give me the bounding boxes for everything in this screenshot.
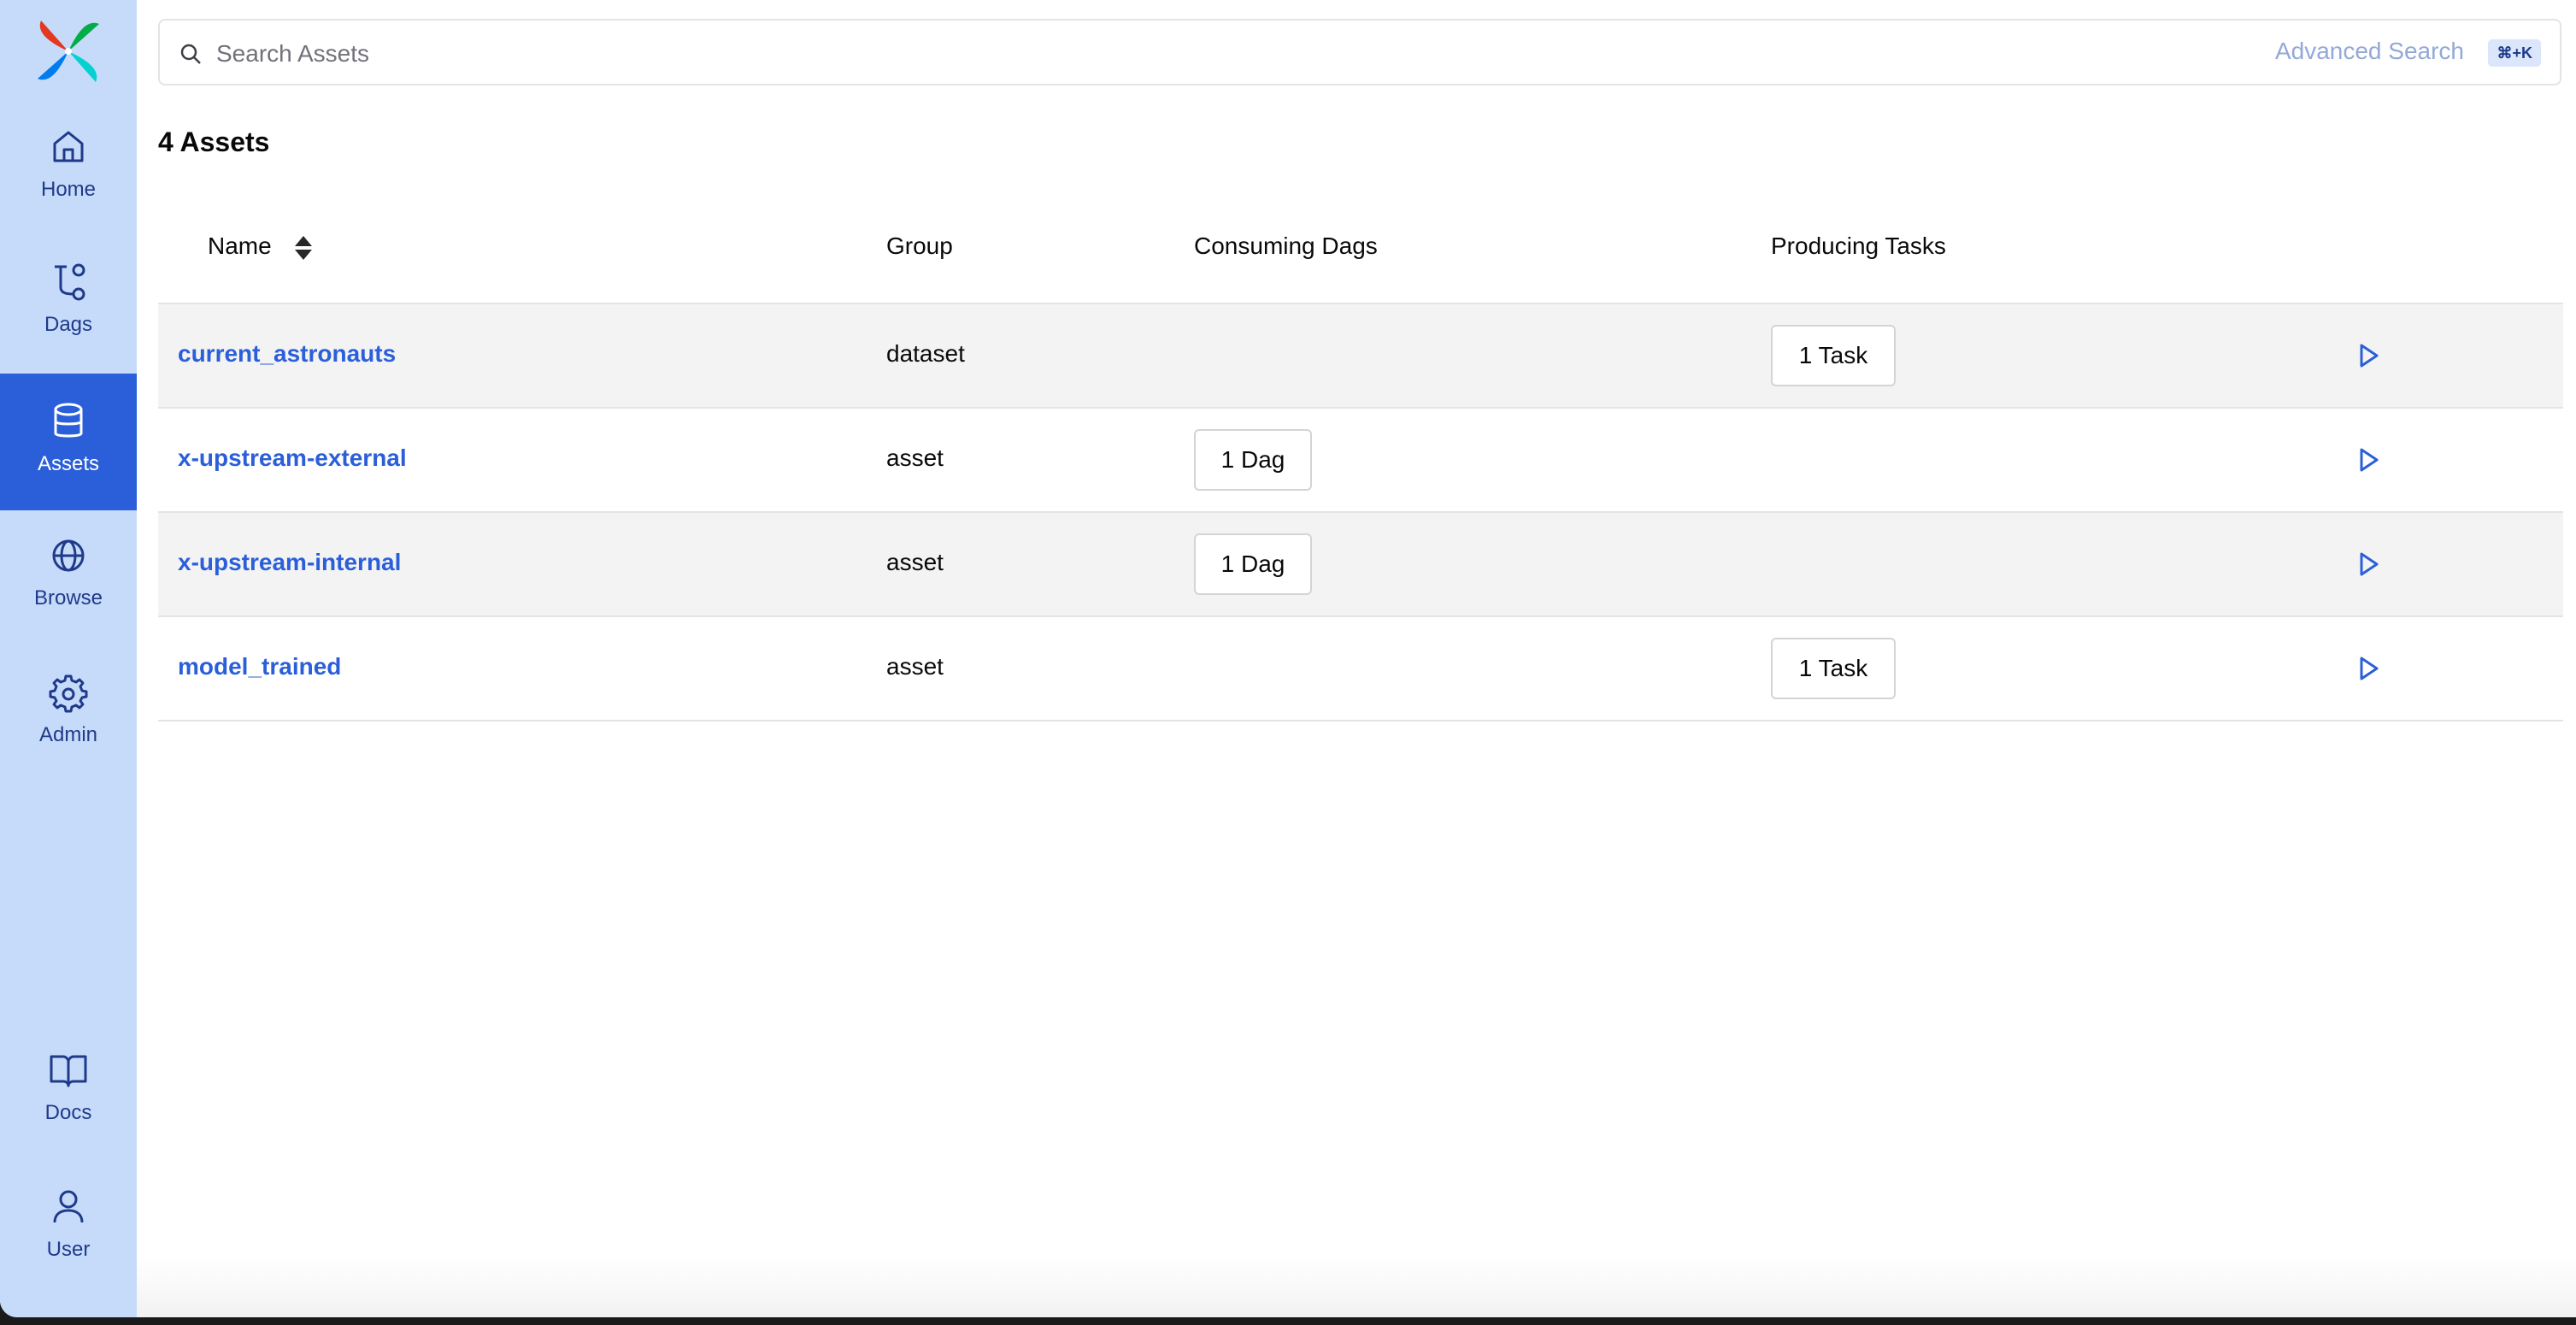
table-header: Name Group Consuming Dags Producing Task… [158, 185, 2563, 304]
assets-count: 4 Assets [158, 127, 270, 157]
producing-tasks-button[interactable]: 1 Task [1771, 325, 1896, 386]
sidebar-item-home[interactable]: Home [0, 127, 137, 221]
sidebar-item-label: Assets [37, 452, 100, 475]
user-icon [53, 1190, 84, 1223]
sidebar-item-label: User [46, 1238, 91, 1261]
main-content: Advanced Search ⌘+K 4 Assets Name Group … [137, 0, 2576, 1317]
column-header-group: Group [886, 233, 953, 259]
sidebar-item-dags[interactable]: Dags [0, 262, 137, 356]
table-row: current_astronauts dataset 1 Task [158, 304, 2563, 409]
assets-table: Name Group Consuming Dags Producing Task… [158, 185, 2563, 721]
bottom-fade [137, 1257, 2576, 1317]
table-row: x-upstream-external asset 1 Dag [158, 409, 2563, 513]
search-icon [180, 44, 201, 64]
asset-group: asset [886, 445, 944, 471]
asset-name-link[interactable]: x-upstream-external [178, 445, 407, 472]
table-row: model_trained asset 1 Task [158, 617, 2563, 721]
table-row: x-upstream-internal asset 1 Dag [158, 513, 2563, 617]
asset-group: asset [886, 653, 944, 680]
asset-group: asset [886, 549, 944, 575]
gear-icon [49, 674, 88, 713]
column-header-producing-tasks: Producing Tasks [1771, 233, 1946, 259]
sidebar-item-label: Home [40, 178, 97, 201]
search-bar: Advanced Search ⌘+K [158, 19, 2561, 85]
asset-name-link[interactable]: current_astronauts [178, 340, 396, 368]
shortcut-badge: ⌘+K [2488, 39, 2541, 67]
play-icon[interactable] [2355, 446, 2382, 474]
search-input[interactable] [215, 32, 2098, 75]
play-icon[interactable] [2355, 655, 2382, 682]
airflow-logo[interactable] [34, 17, 103, 85]
sidebar-item-browse[interactable]: Browse [0, 535, 137, 629]
sidebar: Home Dags Assets Browse Admin Docs User [0, 0, 137, 1317]
sidebar-item-assets[interactable]: Assets [0, 374, 137, 510]
play-icon[interactable] [2355, 551, 2382, 578]
play-icon[interactable] [2355, 342, 2382, 369]
producing-tasks-button[interactable]: 1 Task [1771, 638, 1896, 699]
database-icon [54, 403, 83, 438]
advanced-search-link[interactable]: Advanced Search [2275, 38, 2464, 65]
sidebar-item-admin[interactable]: Admin [0, 672, 137, 766]
consuming-dags-button[interactable]: 1 Dag [1194, 429, 1312, 491]
home-icon [53, 131, 84, 162]
sidebar-item-docs[interactable]: Docs [0, 1050, 137, 1144]
globe-icon [52, 539, 85, 572]
consuming-dags-button[interactable]: 1 Dag [1194, 533, 1312, 595]
sidebar-item-label: Dags [44, 313, 93, 336]
sidebar-item-label: Docs [44, 1101, 92, 1124]
app-window: Home Dags Assets Browse Admin Docs User … [0, 0, 2576, 1317]
sort-icon[interactable] [293, 234, 314, 262]
sidebar-item-user[interactable]: User [0, 1187, 137, 1281]
dags-icon [55, 263, 85, 301]
asset-name-link[interactable]: x-upstream-internal [178, 549, 401, 576]
asset-name-link[interactable]: model_trained [178, 653, 341, 680]
column-header-name[interactable]: Name [208, 233, 272, 260]
sidebar-item-label: Admin [38, 723, 98, 746]
column-header-consuming-dags: Consuming Dags [1194, 233, 1378, 259]
asset-group: dataset [886, 340, 965, 367]
book-icon [50, 1055, 87, 1087]
sidebar-item-label: Browse [33, 586, 103, 610]
